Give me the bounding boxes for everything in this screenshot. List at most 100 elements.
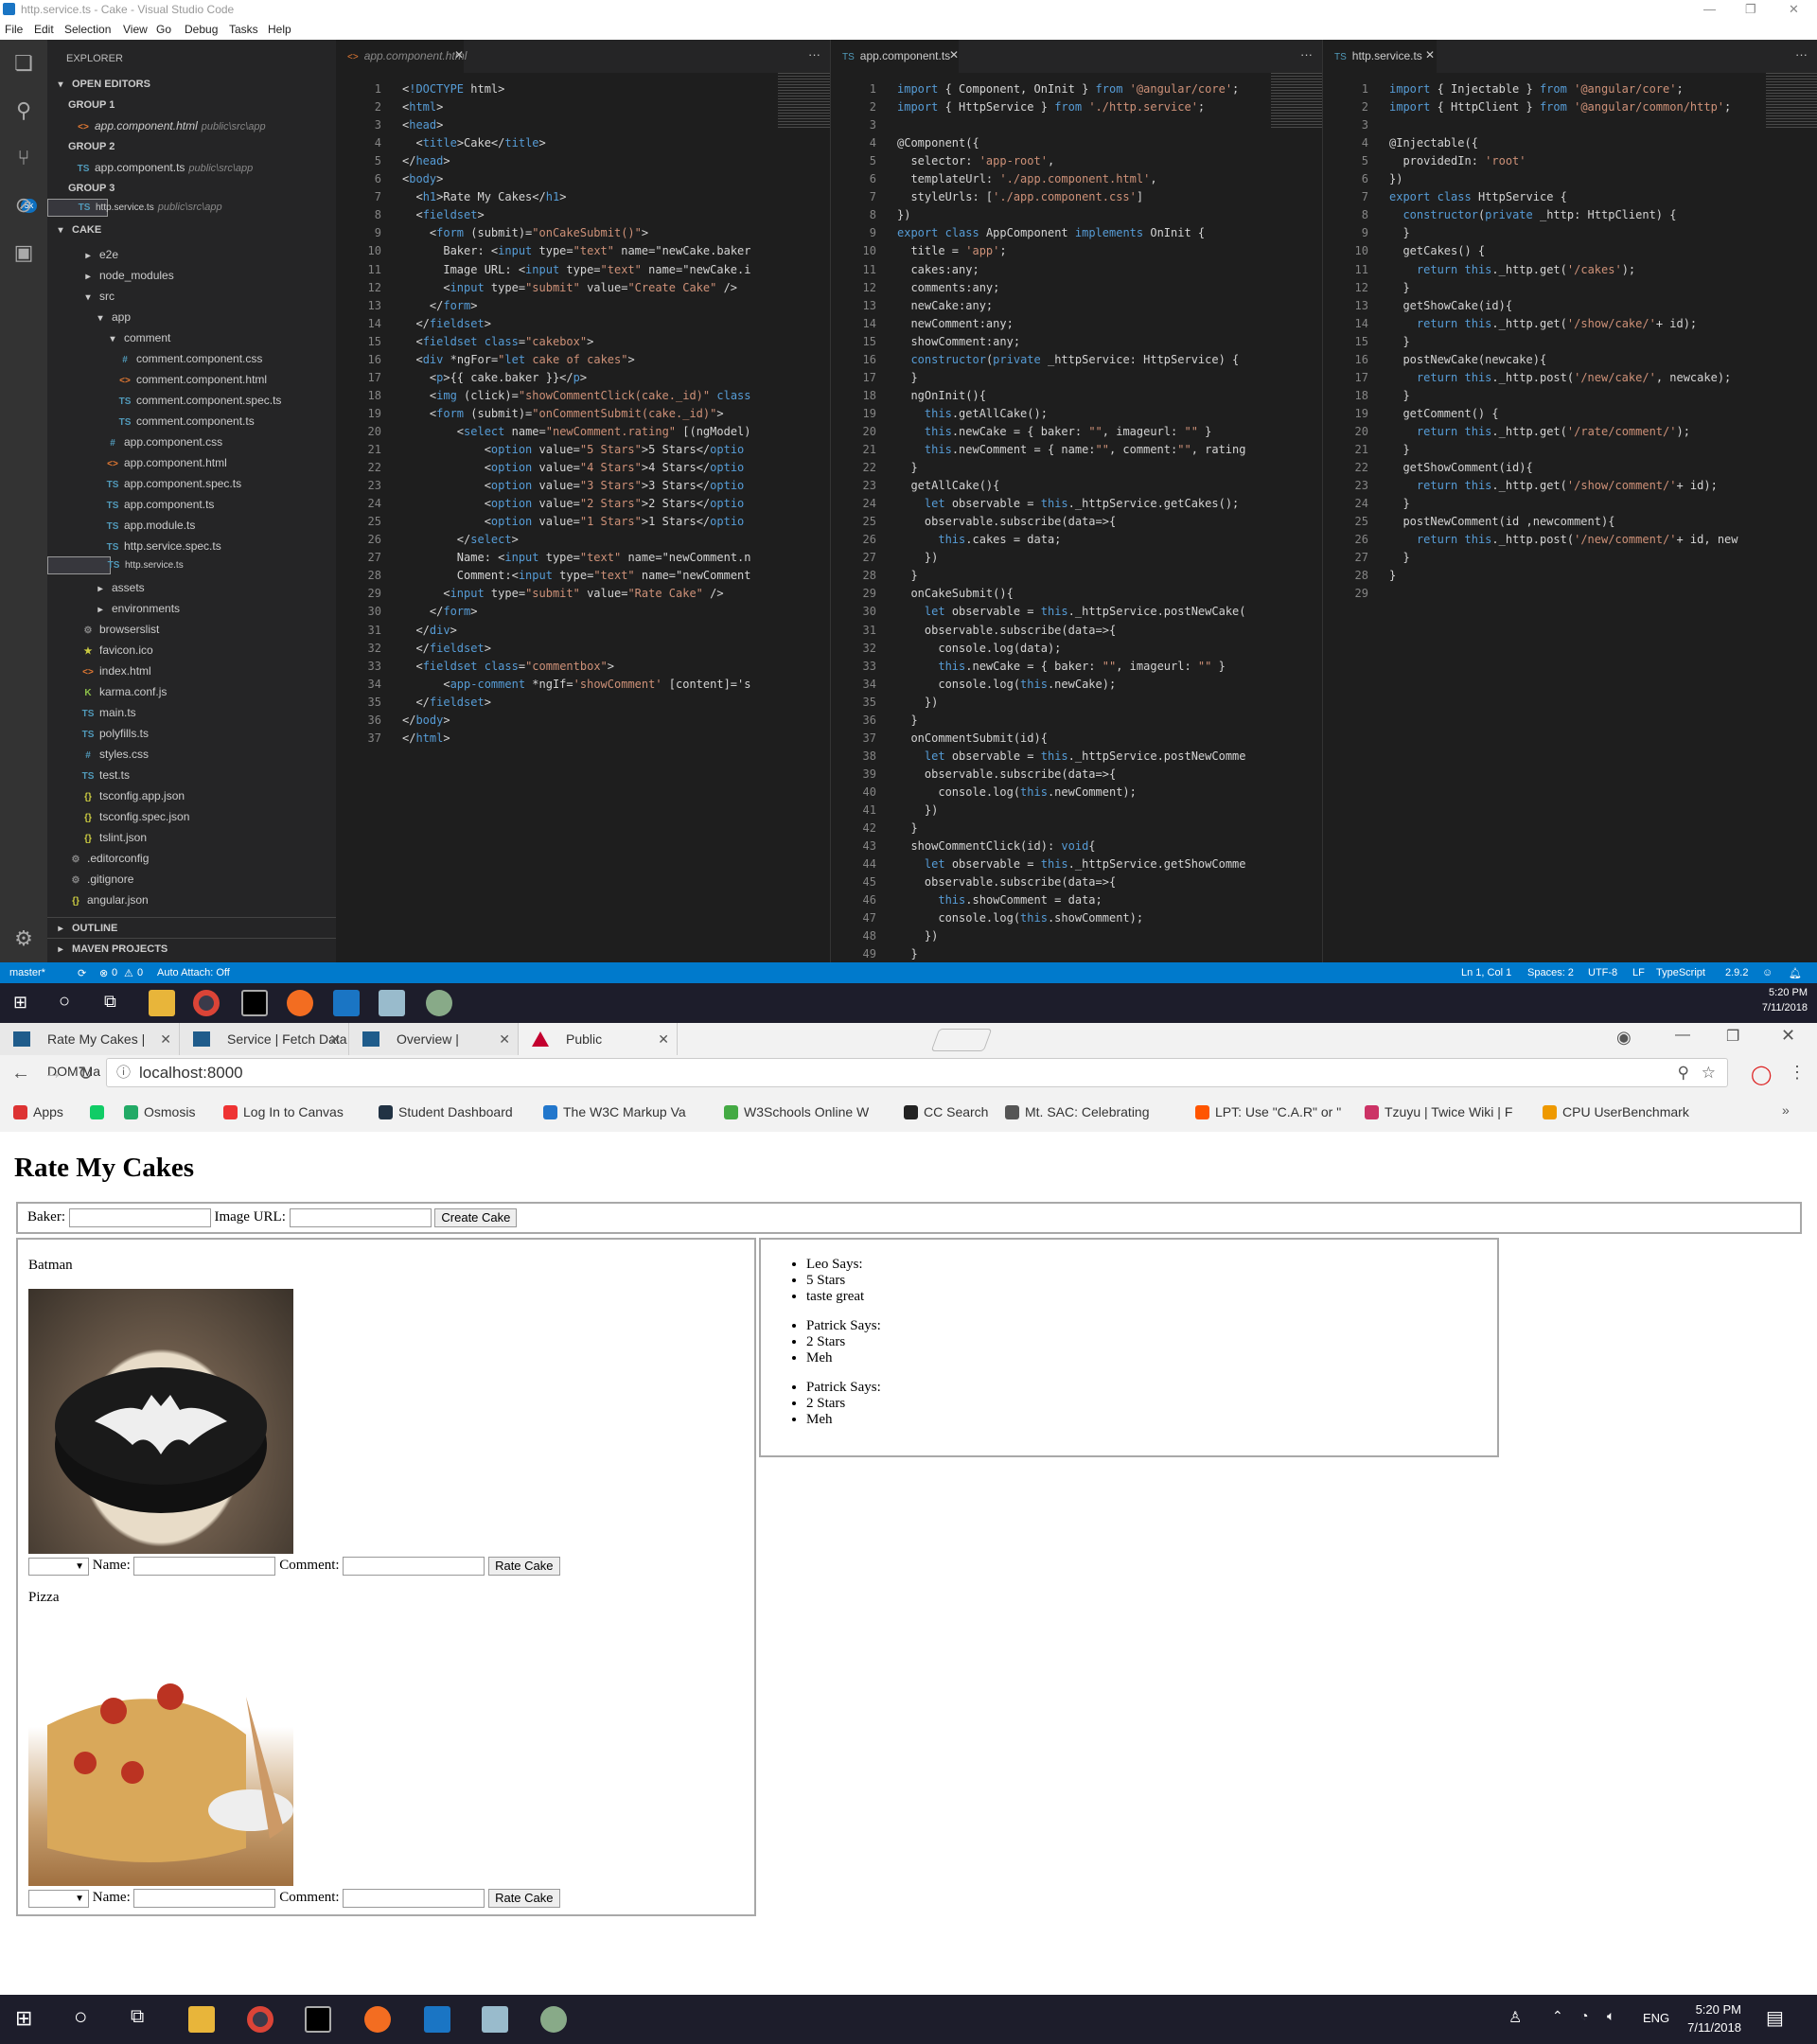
file-tree-item[interactable]: ▾ app xyxy=(47,307,336,327)
app-icon[interactable] xyxy=(426,990,452,1016)
file-tree-item[interactable]: {} tslint.json xyxy=(47,827,336,848)
file-tree-item[interactable]: ▸ assets xyxy=(47,577,336,598)
browser-tab[interactable]: Overview | Navigation✕ xyxy=(349,1023,519,1079)
name-input[interactable] xyxy=(133,1557,276,1576)
menu-item-help[interactable]: Help xyxy=(268,23,291,36)
tab-close-icon[interactable]: ✕ xyxy=(329,1023,341,1055)
forward-icon[interactable]: → xyxy=(44,1063,62,1084)
bookmark-item[interactable] xyxy=(90,1104,110,1119)
comment-input[interactable] xyxy=(343,1889,485,1908)
zoom-icon[interactable]: ⚲ xyxy=(1678,1059,1689,1086)
terminal-icon[interactable] xyxy=(241,990,268,1016)
bell-icon[interactable]: 🔔︎ xyxy=(1789,967,1802,979)
bookmark-item[interactable]: Log In to Canvas xyxy=(223,1104,344,1119)
menu-item-tasks[interactable]: Tasks xyxy=(229,23,258,36)
reload-icon[interactable]: ↻ xyxy=(78,1062,94,1085)
file-tree-item[interactable]: ▾ comment xyxy=(47,327,336,348)
menu-dots-icon[interactable]: ⋮ xyxy=(1789,1063,1806,1083)
notes-icon[interactable] xyxy=(482,2006,508,2033)
comment-input[interactable] xyxy=(343,1557,485,1576)
sync-icon[interactable]: ⟳ xyxy=(78,967,86,979)
rating-select[interactable]: ▼ xyxy=(28,1557,89,1576)
bookmark-item[interactable]: CPU UserBenchmark xyxy=(1543,1104,1689,1119)
file-tree-item[interactable]: # styles.css xyxy=(47,744,336,765)
file-tree-item[interactable]: ▾ src xyxy=(47,286,336,307)
bookmark-item[interactable]: Tzuyu | Twice Wiki | F xyxy=(1365,1104,1512,1119)
windows-start-icon[interactable]: ⊞ xyxy=(13,993,27,1013)
explorer-icon[interactable]: ❏ xyxy=(9,49,38,78)
browser-tab[interactable]: Public ✕ xyxy=(519,1023,678,1055)
file-tree-item[interactable]: TS app.component.ts xyxy=(47,494,336,515)
file-tree-item[interactable]: {} tsconfig.app.json xyxy=(47,785,336,806)
rate-cake-button[interactable]: Rate Cake xyxy=(488,1889,560,1908)
minimap[interactable] xyxy=(1271,73,1322,130)
more-actions-icon[interactable]: ··· xyxy=(808,47,820,62)
file-explorer-icon[interactable] xyxy=(188,2006,215,2033)
feedback-icon[interactable]: ☺ xyxy=(1762,967,1773,978)
outline-section[interactable]: ▸ OUTLINE xyxy=(47,917,336,938)
file-tree-item[interactable]: ★ favicon.ico xyxy=(47,640,336,661)
volume-icon[interactable]: 🔈︎ xyxy=(1607,2008,1614,2024)
editor-tab[interactable]: <> app.component.html xyxy=(336,40,467,73)
pizza-cake-image[interactable] xyxy=(28,1621,293,1886)
bookmark-item[interactable]: Osmosis xyxy=(124,1104,195,1119)
file-tree-item[interactable]: TS http.service.spec.ts xyxy=(47,536,336,556)
file-tree-item[interactable]: ▸ environments xyxy=(47,598,336,619)
minimize-icon[interactable]: — xyxy=(1675,1027,1690,1044)
file-tree-item[interactable]: TS app.module.ts xyxy=(47,515,336,536)
menu-item-selection[interactable]: Selection xyxy=(64,23,111,36)
branch-status[interactable]: master* xyxy=(9,967,45,978)
task-view-icon[interactable]: ⧉ xyxy=(131,2006,144,2028)
file-tree-item[interactable]: TS app.component.spec.ts xyxy=(47,473,336,494)
opera-extension-icon[interactable]: ◯ xyxy=(1751,1063,1772,1086)
notes-icon[interactable] xyxy=(379,990,405,1016)
bookmark-item[interactable]: LPT: Use "C.A.R" or " xyxy=(1195,1104,1341,1119)
postman-icon[interactable] xyxy=(364,2006,391,2033)
language-status[interactable]: TypeScript xyxy=(1656,967,1705,978)
more-actions-icon[interactable]: ··· xyxy=(1300,47,1313,62)
menu-item-go[interactable]: Go xyxy=(156,23,171,36)
task-view-icon[interactable]: ⧉ xyxy=(104,992,116,1012)
maven-section[interactable]: ▸ MAVEN PROJECTS xyxy=(47,938,336,959)
file-tree-item[interactable]: TS polyfills.ts xyxy=(47,723,336,744)
tab-close-icon[interactable]: ✕ xyxy=(658,1023,669,1055)
restore-icon[interactable]: ❐ xyxy=(1745,2,1756,17)
bookmark-item[interactable]: W3Schools Online W xyxy=(724,1104,869,1119)
bookmark-item[interactable]: Apps xyxy=(13,1104,63,1119)
people-icon[interactable]: ♙ xyxy=(1508,2008,1522,2027)
image-url-input[interactable] xyxy=(289,1208,432,1227)
menu-item-debug[interactable]: Debug xyxy=(185,23,218,36)
encoding-status[interactable]: UTF-8 xyxy=(1588,967,1617,978)
cortana-icon[interactable]: ○ xyxy=(59,991,70,1013)
menu-item-edit[interactable]: Edit xyxy=(34,23,54,36)
file-tree-item[interactable]: TS test.ts xyxy=(47,765,336,785)
browser-tab[interactable]: Service | Fetch Data ✕ xyxy=(180,1023,349,1055)
notification-icon[interactable]: ▤ xyxy=(1766,2006,1784,2030)
browser-tab[interactable]: Rate My Cakes | DOM Ma ✕ xyxy=(0,1023,180,1079)
restore-icon[interactable]: ❐ xyxy=(1726,1027,1739,1046)
debug-icon[interactable]: ⊘ xyxy=(9,191,38,220)
wifi-icon[interactable]: ◔ xyxy=(1580,2008,1588,2023)
open-editor-item[interactable]: <> app.component.html public\src\app xyxy=(47,115,336,136)
close-icon[interactable]: ✕ xyxy=(1789,2,1799,17)
source-control-icon[interactable]: ⑂ xyxy=(9,144,38,172)
editor-tab[interactable]: TS app.component.ts xyxy=(831,40,959,73)
file-tree-item[interactable]: <> index.html xyxy=(47,661,336,681)
minimap[interactable] xyxy=(1766,73,1817,130)
back-icon[interactable]: ← xyxy=(11,1063,30,1084)
minimap[interactable] xyxy=(778,73,830,130)
file-tree-item[interactable]: # app.component.css xyxy=(47,432,336,452)
address-bar[interactable]: ⓘ localhost:8000 ⚲ ☆ xyxy=(106,1058,1728,1087)
vscode-taskbar-icon[interactable] xyxy=(424,2006,450,2033)
rating-select[interactable]: ▼ xyxy=(28,1889,89,1908)
bookmark-item[interactable]: Student Dashboard xyxy=(379,1104,513,1119)
tab-close-icon[interactable]: ✕ xyxy=(1425,48,1435,62)
bookmark-item[interactable]: The W3C Markup Va xyxy=(543,1104,686,1119)
more-actions-icon[interactable]: ··· xyxy=(1795,47,1808,62)
eol-status[interactable]: LF xyxy=(1632,967,1645,978)
file-tree-item[interactable]: Kkarma.conf.js xyxy=(47,681,336,702)
project-section[interactable]: ▾ CAKE xyxy=(47,220,336,240)
postman-icon[interactable] xyxy=(287,990,313,1016)
windows-start-icon[interactable]: ⊞ xyxy=(15,2006,32,2031)
vscode-taskbar-icon[interactable] xyxy=(333,990,360,1016)
